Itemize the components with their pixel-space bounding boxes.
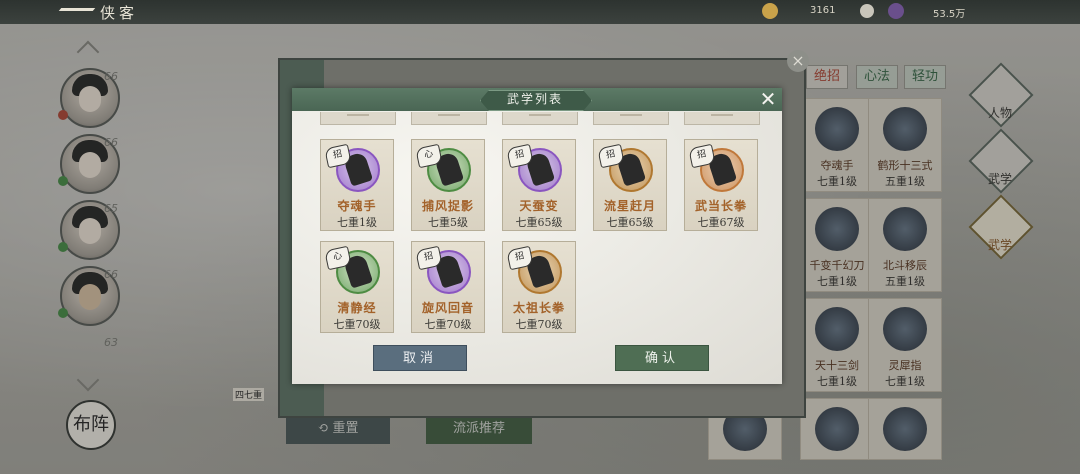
back-brush-icon[interactable] xyxy=(58,8,96,11)
skill-name: 夺魂手 xyxy=(337,199,377,213)
add-icon[interactable] xyxy=(860,4,874,18)
top-bar: 侠客 3161 53.5万 xyxy=(0,0,1080,24)
list-item-partial[interactable] xyxy=(502,112,578,125)
list-item-partial[interactable] xyxy=(684,112,760,125)
skill-level: 七重65级 xyxy=(606,216,654,229)
skill-card[interactable]: 招 武当长拳 七重67级 xyxy=(684,139,758,231)
coin-icon xyxy=(888,3,904,19)
outer-close-icon[interactable]: × xyxy=(787,50,809,72)
skill-name: 太祖长拳 xyxy=(512,301,565,315)
coin-amount: 53.5万 xyxy=(933,9,966,20)
skill-card[interactable]: 心 捕风捉影 七重5级 xyxy=(411,139,485,231)
gold-amount: 3161 xyxy=(810,5,836,16)
skill-name: 天蚕变 xyxy=(519,199,559,213)
gold-ingot-icon xyxy=(762,3,778,19)
skill-level: 七重5级 xyxy=(428,216,468,229)
skill-card[interactable]: 招 天蚕变 七重65级 xyxy=(502,139,576,231)
list-item-partial[interactable] xyxy=(411,112,487,125)
skill-level: 七重65级 xyxy=(515,216,563,229)
cancel-button[interactable]: 取消 xyxy=(373,345,467,371)
skill-level: 七重70级 xyxy=(515,318,563,331)
confirm-button[interactable]: 确认 xyxy=(615,345,709,371)
dialog-title: 武学列表 xyxy=(506,92,563,106)
skill-name: 清静经 xyxy=(337,301,377,315)
skill-card[interactable]: 招 太祖长拳 七重70级 xyxy=(502,241,576,333)
skill-card[interactable]: 招 流星赶月 七重65级 xyxy=(593,139,667,231)
skill-level: 七重1级 xyxy=(337,216,377,229)
skill-name: 旋风回音 xyxy=(421,301,474,315)
skill-level: 七重70级 xyxy=(333,318,381,331)
list-item-partial[interactable] xyxy=(593,112,669,125)
skill-card[interactable]: 心 清静经 七重70级 xyxy=(320,241,394,333)
skill-card[interactable]: 招 夺魂手 七重1级 xyxy=(320,139,394,231)
skill-card[interactable]: 招 旋风回音 七重70级 xyxy=(411,241,485,333)
close-icon[interactable]: ✕ xyxy=(757,88,779,111)
skill-level: 七重70级 xyxy=(424,318,472,331)
skill-name: 流星赶月 xyxy=(603,199,656,213)
skill-level: 七重67级 xyxy=(697,216,745,229)
skill-list-dialog: 武学列表 ✕ 招 夺魂手 七重1级 心 捕风捉影 七重5级 招 天蚕变 七重65… xyxy=(292,88,782,384)
page-title: 侠客 xyxy=(100,4,139,22)
skill-name: 武当长拳 xyxy=(694,199,747,213)
skill-name: 捕风捉影 xyxy=(421,199,474,213)
list-item-partial[interactable] xyxy=(320,112,396,125)
